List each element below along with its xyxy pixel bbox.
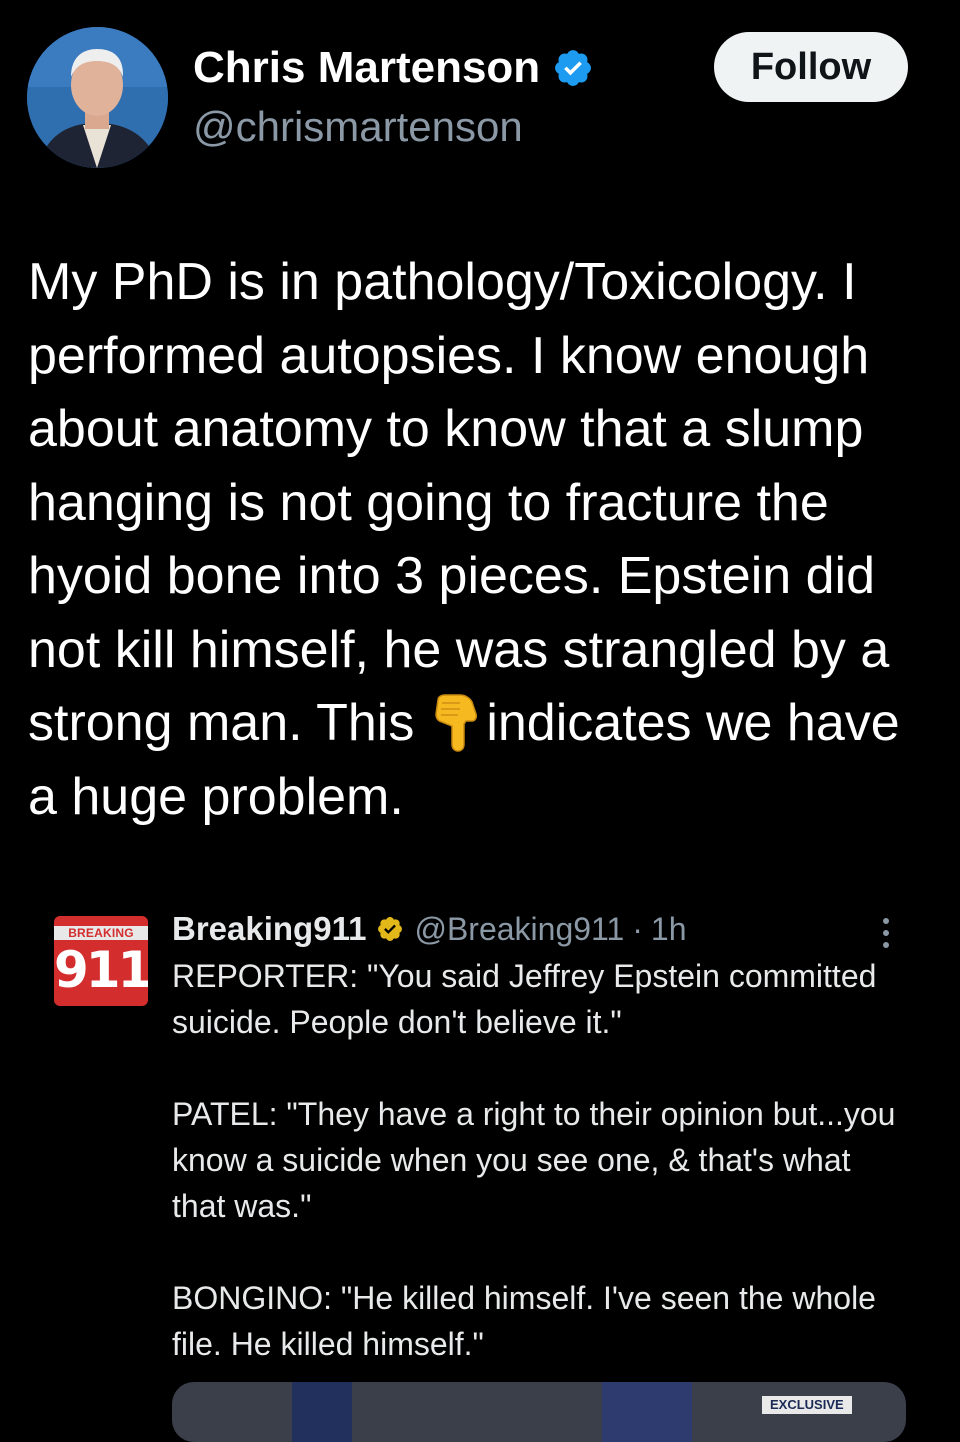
tweet-text: My PhD is in pathology/Toxicology. I per… [28, 246, 938, 834]
quoted-paragraph: PATEL: "They have a right to their opini… [172, 1096, 896, 1224]
flag-shape [602, 1382, 692, 1442]
author-avatar[interactable] [27, 27, 168, 168]
quoted-separator: · [632, 910, 643, 947]
author-handle[interactable]: @chrismartenson [193, 99, 523, 155]
author-name[interactable]: Chris Martenson [193, 40, 594, 96]
quoted-author-name[interactable]: Breaking911 [172, 910, 366, 948]
quoted-body: REPORTER: "You said Jeffrey Epstein comm… [172, 953, 912, 1367]
more-options-icon[interactable] [880, 916, 892, 950]
quoted-header: Breaking911 @Breaking911 · 1h [172, 906, 687, 952]
backhand-index-pointing-down-icon [435, 694, 478, 752]
exclusive-badge: EXCLUSIVE [762, 1396, 852, 1414]
quoted-timestamp[interactable]: 1h [651, 911, 687, 948]
tweet-text-part-1: My PhD is in pathology/Toxicology. I per… [28, 253, 890, 752]
gold-verified-badge-icon [378, 917, 403, 941]
avatar-photo [27, 27, 168, 168]
logo-number: 911 [54, 941, 148, 999]
quoted-media-thumbnail[interactable]: EXCLUSIVE [172, 1382, 906, 1442]
follow-button[interactable]: Follow [714, 32, 908, 102]
logo-kicker: BREAKING [54, 926, 148, 940]
verified-badge-icon [555, 50, 592, 86]
flag-shape [292, 1382, 352, 1442]
quoted-author-handle[interactable]: @Breaking911 [414, 911, 624, 948]
author-name-text[interactable]: Chris Martenson [193, 40, 540, 96]
quoted-paragraph: BONGINO: "He killed himself. I've seen t… [172, 1280, 876, 1362]
quoted-paragraph: REPORTER: "You said Jeffrey Epstein comm… [172, 958, 877, 1040]
breaking911-logo[interactable]: BREAKING 911 [54, 916, 148, 1006]
